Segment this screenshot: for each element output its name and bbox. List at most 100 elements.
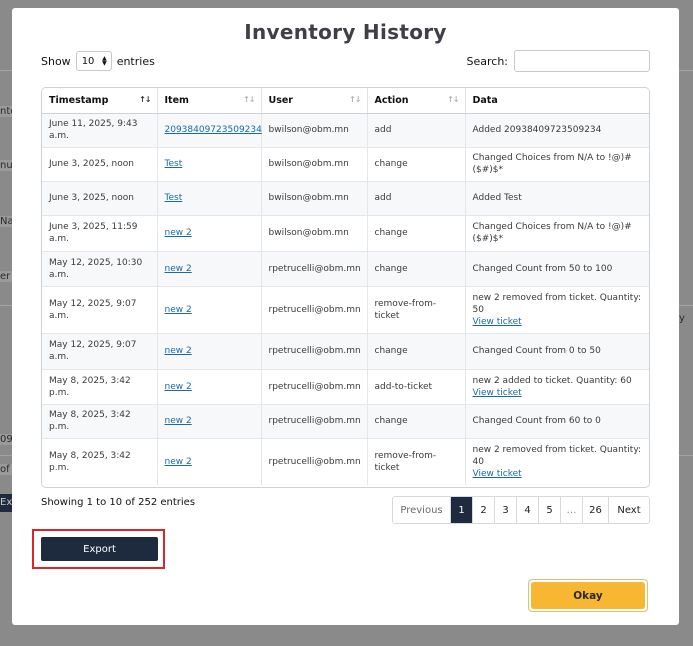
cell-action: add (374, 125, 392, 135)
cell-data: Changed Count from 60 to 0 (472, 416, 601, 426)
column-header-user[interactable]: User ↑↓ (261, 88, 368, 114)
view-ticket-link[interactable]: View ticket (473, 388, 522, 398)
pagination-page[interactable]: 5 (539, 497, 561, 523)
search-label: Search: (466, 54, 509, 68)
item-link[interactable]: new 2 (165, 457, 192, 467)
pagination-next[interactable]: Next (609, 497, 649, 523)
item-link[interactable]: 20938409723509234 (165, 125, 262, 135)
item-link[interactable]: new 2 (165, 382, 192, 392)
cell-timestamp: May 8, 2025, 3:42 p.m. (49, 375, 131, 398)
cell-data: Changed Count from 0 to 50 (472, 346, 601, 356)
search-control: Search: (466, 50, 650, 72)
table-row: May 12, 2025, 10:30 a.m. new 2 rpetrucelli… (42, 251, 649, 287)
item-link[interactable]: Test (165, 193, 183, 203)
cell-action: remove-from-ticket (374, 298, 437, 321)
show-label: Show (41, 54, 71, 68)
cell-data: new 2 added to ticket. Quantity: 60 (472, 375, 632, 386)
table-row: May 12, 2025, 9:07 a.m. new 2 rpetrucelli@… (42, 333, 649, 370)
history-table-body: June 11, 2025, 9:43 a.m. 2093840972350923… (42, 113, 649, 485)
cell-user: bwilson@obm.mn (268, 125, 349, 135)
select-arrows-icon: ▲ ▼ (102, 55, 107, 67)
table-row: May 8, 2025, 3:42 p.m. new 2 rpetrucelli@o… (42, 404, 649, 439)
column-header-item[interactable]: Item ↑↓ (157, 88, 262, 114)
cell-data: Added 20938409723509234 (472, 125, 602, 135)
cell-action: change (374, 159, 408, 169)
item-link[interactable]: new 2 (165, 346, 192, 356)
page-length-value: 10 (81, 55, 95, 67)
okay-button-frame: Okay (528, 579, 648, 612)
column-header-timestamp[interactable]: Timestamp ↑↓ (42, 88, 158, 114)
item-link[interactable]: Test (165, 159, 183, 169)
pagination-ellipsis: … (561, 497, 583, 523)
table-row: May 8, 2025, 3:42 p.m. new 2 rpetrucelli@o… (42, 438, 649, 485)
modal-title: Inventory History (244, 20, 447, 44)
table-row: May 12, 2025, 9:07 a.m. new 2 rpetrucelli@… (42, 286, 649, 334)
cell-timestamp: June 11, 2025, 9:43 a.m. (49, 119, 138, 141)
cell-action: add (374, 193, 392, 203)
table-row: June 3, 2025, noon Test bwilson@obm.mn add A… (42, 181, 649, 216)
view-ticket-link[interactable]: View ticket (473, 317, 522, 327)
cell-timestamp: June 3, 2025, 11:59 a.m. (49, 222, 138, 244)
sort-descending-icon: ↑↓ (139, 95, 151, 104)
cell-action: change (374, 228, 408, 238)
cell-data: Changed Choices from N/A to !@)#($#)$* (472, 153, 632, 175)
cell-user: rpetrucelli@obm.mn (268, 263, 361, 274)
cell-timestamp: June 3, 2025, noon (49, 193, 134, 203)
pagination: Previous 1 2 3 4 5 … 26 Next (392, 496, 650, 524)
pagination-page[interactable]: 26 (583, 497, 609, 523)
view-ticket-link[interactable]: View ticket (473, 469, 522, 479)
table-info: Showing 1 to 10 of 252 entries (41, 497, 196, 508)
cell-action: add-to-ticket (374, 381, 433, 392)
item-link[interactable]: new 2 (165, 416, 192, 426)
pagination-page[interactable]: 4 (517, 497, 539, 523)
cell-user: bwilson@obm.mn (268, 193, 349, 203)
cell-user: bwilson@obm.mn (268, 228, 349, 238)
cell-data: Changed Count from 50 to 100 (472, 263, 613, 274)
cell-action: remove-from-ticket (374, 450, 437, 473)
cell-user: bwilson@obm.mn (268, 159, 349, 169)
table-row: June 11, 2025, 9:43 a.m. 2093840972350923… (42, 113, 649, 148)
sort-icon: ↑↓ (243, 95, 255, 104)
sort-icon: ↑↓ (447, 95, 459, 104)
cell-data: new 2 removed from ticket. Quantity: 40 (472, 444, 642, 467)
item-link[interactable]: new 2 (165, 264, 192, 274)
cell-user: rpetrucelli@obm.mn (268, 304, 361, 315)
cell-data: new 2 removed from ticket. Quantity: 50 (472, 292, 642, 315)
page-length-control: Show 10 ▲ ▼ entries (41, 51, 155, 71)
entries-label: entries (116, 54, 155, 68)
table-row: June 3, 2025, 11:59 a.m. new 2 bwilson@obm… (42, 215, 649, 252)
cell-timestamp: May 12, 2025, 9:07 a.m. (49, 340, 137, 362)
cell-timestamp: May 8, 2025, 3:42 p.m. (49, 410, 131, 432)
history-table-container: Timestamp ↑↓ Item ↑↓ User ↑↓ Action ↑↓ Data … (41, 87, 650, 488)
page-length-select[interactable]: 10 ▲ ▼ (75, 51, 112, 71)
export-button[interactable]: Export (41, 537, 158, 561)
item-link[interactable]: new 2 (165, 228, 192, 238)
cell-user: rpetrucelli@obm.mn (268, 416, 361, 426)
pagination-page[interactable]: 1 (451, 497, 473, 523)
cell-timestamp: June 3, 2025, noon (49, 159, 134, 169)
cell-user: rpetrucelli@obm.mn (268, 346, 361, 356)
search-input[interactable] (514, 50, 650, 72)
column-header-action[interactable]: Action ↑↓ (367, 88, 466, 114)
column-header-data: Data (465, 88, 649, 114)
cell-action: change (374, 346, 408, 356)
cell-action: change (374, 263, 408, 274)
backdrop-text: y (679, 313, 685, 324)
cell-action: change (374, 416, 408, 426)
pagination-previous[interactable]: Previous (393, 497, 451, 523)
pagination-page[interactable]: 2 (473, 497, 495, 523)
history-table: Timestamp ↑↓ Item ↑↓ User ↑↓ Action ↑↓ Data … (42, 88, 649, 485)
sort-icon: ↑↓ (349, 95, 361, 104)
cell-user: rpetrucelli@obm.mn (268, 456, 361, 467)
pagination-page[interactable]: 3 (495, 497, 517, 523)
cell-timestamp: May 12, 2025, 10:30 a.m. (49, 257, 143, 280)
item-link[interactable]: new 2 (165, 305, 192, 315)
okay-button[interactable]: Okay (531, 582, 645, 609)
cell-timestamp: May 12, 2025, 9:07 a.m. (49, 298, 137, 321)
inventory-history-modal: Inventory History Show 10 ▲ ▼ entries Sea… (12, 8, 679, 625)
table-row: June 3, 2025, noon Test bwilson@obm.mn chan… (42, 147, 649, 182)
cell-data: Changed Choices from N/A to !@)#($#)$* (472, 222, 632, 244)
table-row: May 8, 2025, 3:42 p.m. new 2 rpetrucelli@o… (42, 369, 649, 405)
cell-timestamp: May 8, 2025, 3:42 p.m. (49, 450, 131, 473)
cell-user: rpetrucelli@obm.mn (268, 381, 361, 392)
